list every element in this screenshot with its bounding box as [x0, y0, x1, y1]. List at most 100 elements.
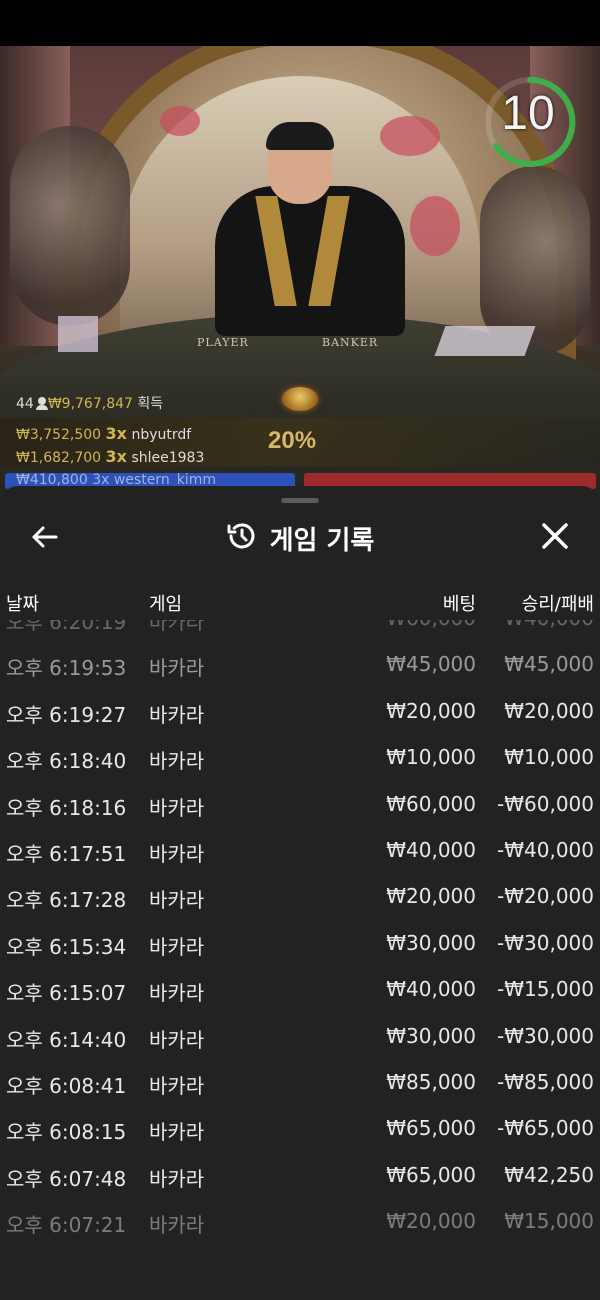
row-bet: ₩65,000 — [386, 1116, 476, 1141]
history-table[interactable]: 오후 6:20:19 바카라 ₩60,000 ₩40,000 오후 6:19:53 바카라… — [0, 620, 600, 1300]
row-game: 바카라 — [149, 981, 205, 1006]
row-game: 바카라 — [149, 656, 205, 681]
row-bet: ₩45,000 — [386, 652, 476, 677]
dealer-hair — [266, 122, 334, 150]
row-game: 바카라 — [149, 842, 205, 866]
row-game: 바카라 — [149, 934, 205, 959]
table-row[interactable]: 오후 6:14:40 바카라 ₩30,000 -₩30,000 — [0, 1024, 600, 1070]
winner-amount: ₩1,682,700 — [16, 450, 102, 466]
countdown-timer: 10 — [485, 66, 578, 178]
row-result: -₩30,000 — [497, 930, 594, 955]
row-result: -₩60,000 — [497, 791, 594, 816]
column-header-bet: 베팅 — [442, 594, 476, 615]
table-row[interactable]: 오후 6:15:34 바카라 ₩30,000 -₩30,000 — [0, 931, 600, 977]
row-bet: ₩20,000 — [386, 884, 476, 909]
timer-value: 10 — [501, 87, 555, 140]
row-game: 바카라 — [149, 888, 205, 913]
total-win-amount: ₩9,767,847 — [47, 396, 133, 412]
row-game: 바카라 — [149, 1120, 205, 1145]
row-game: 바카라 — [149, 620, 205, 634]
row-bet: ₩40,000 — [386, 977, 476, 1002]
players-count: 44 — [16, 396, 34, 412]
row-result: ₩42,250 — [504, 1162, 594, 1187]
card-shoe — [434, 326, 536, 356]
table-row[interactable]: 오후 6:07:48 바카라 ₩65,000 ₩42,250 — [0, 1163, 600, 1209]
card-holder — [58, 316, 98, 352]
row-result: ₩20,000 — [504, 698, 594, 723]
blossom-decoration — [160, 106, 200, 136]
game-history-sheet: 게임 기록 날짜 게임 베팅 승리/패배 오후 6:20:19 바카라 ₩60,00… — [0, 486, 600, 1300]
row-time: 오후 6:19:53 — [6, 656, 127, 681]
row-time: 오후 6:15:07 — [6, 981, 127, 1006]
sheet-title-text: 게임 기록 — [269, 526, 375, 556]
table-row[interactable]: 오후 6:07:21 바카라 ₩20,000 ₩15,000 — [0, 1209, 600, 1255]
winner-row: ₩1,682,700 3x shlee1983 — [16, 447, 204, 466]
row-bet: ₩30,000 — [386, 930, 476, 955]
table-row[interactable]: 오후 6:19:27 바카라 ₩20,000 ₩20,000 — [0, 699, 600, 745]
winner-amount: ₩3,752,500 — [16, 427, 102, 443]
row-result: -₩65,000 — [497, 1116, 594, 1141]
table-row[interactable]: 오후 6:19:53 바카라 ₩45,000 ₩45,000 — [0, 652, 600, 698]
row-game: 바카라 — [149, 702, 205, 727]
dealer — [215, 186, 405, 336]
total-win-summary: 44 ₩9,767,847 획득 — [16, 393, 163, 413]
table-row[interactable]: 오후 6:17:51 바카라 ₩40,000 -₩40,000 — [0, 838, 600, 884]
sheet-title: 게임 기록 — [0, 520, 600, 561]
row-bet: ₩30,000 — [386, 1023, 476, 1048]
row-game: 바카라 — [149, 1074, 205, 1098]
table-row[interactable]: 오후 6:20:19 바카라 ₩60,000 ₩40,000 — [0, 620, 600, 652]
table-row[interactable]: 오후 6:08:15 바카라 ₩65,000 -₩65,000 — [0, 1116, 600, 1162]
winner-username: nbyutrdf — [131, 427, 192, 443]
row-time: 오후 6:17:28 — [6, 888, 127, 913]
winner-multiplier: 3x — [105, 447, 127, 466]
row-time: 오후 6:18:16 — [6, 795, 127, 820]
row-bet: ₩60,000 — [386, 791, 476, 816]
close-icon — [542, 523, 568, 549]
row-time: 오후 6:18:40 — [6, 749, 127, 774]
row-result: ₩15,000 — [504, 1209, 594, 1234]
row-time: 오후 6:19:27 — [6, 702, 127, 727]
column-header-game: 게임 — [149, 594, 183, 615]
sheet-drag-handle[interactable] — [281, 498, 319, 503]
row-result: ₩40,000 — [504, 620, 594, 630]
blossom-decoration — [410, 196, 460, 256]
table-header: 날짜 게임 베팅 승리/패배 — [0, 590, 600, 620]
status-bar — [0, 0, 600, 46]
row-result: ₩45,000 — [504, 652, 594, 677]
person-icon — [35, 397, 48, 410]
row-game: 바카라 — [149, 1027, 205, 1052]
row-result: -₩40,000 — [497, 838, 594, 862]
row-result: ₩10,000 — [504, 745, 594, 770]
percent-badge: 20% — [268, 427, 317, 454]
row-time: 오후 6:17:51 — [6, 842, 127, 866]
row-bet: ₩40,000 — [386, 838, 476, 862]
column-header-result: 승리/패배 — [521, 594, 594, 615]
banker-label: BANKER — [322, 336, 379, 349]
table-row[interactable]: 오후 6:18:16 바카라 ₩60,000 -₩60,000 — [0, 792, 600, 838]
table-row[interactable]: 오후 6:08:41 바카라 ₩85,000 -₩85,000 — [0, 1070, 600, 1116]
row-time: 오후 6:20:19 — [6, 620, 127, 634]
row-bet: ₩20,000 — [386, 698, 476, 723]
row-time: 오후 6:08:15 — [6, 1120, 127, 1145]
row-time: 오후 6:15:34 — [6, 934, 127, 959]
row-time: 오후 6:08:41 — [6, 1074, 127, 1098]
coin-icon — [282, 387, 318, 411]
row-result: -₩30,000 — [497, 1023, 594, 1048]
close-button[interactable] — [536, 520, 574, 554]
table-row[interactable]: 오후 6:15:07 바카라 ₩40,000 -₩15,000 — [0, 977, 600, 1023]
total-win-suffix: 획득 — [137, 396, 164, 412]
row-result: -₩85,000 — [497, 1070, 594, 1094]
row-bet: ₩85,000 — [386, 1070, 476, 1094]
row-time: 오후 6:07:21 — [6, 1213, 127, 1238]
table-row[interactable]: 오후 6:17:28 바카라 ₩20,000 -₩20,000 — [0, 884, 600, 930]
table-row[interactable]: 오후 6:18:40 바카라 ₩10,000 ₩10,000 — [0, 745, 600, 791]
row-result: -₩15,000 — [497, 977, 594, 1002]
row-result: -₩20,000 — [497, 884, 594, 909]
dragon-statue-left — [10, 126, 130, 326]
player-label: PLAYER — [197, 336, 249, 349]
row-time: 오후 6:07:48 — [6, 1166, 127, 1191]
winner-multiplier: 3x — [105, 424, 127, 443]
winner-username: shlee1983 — [131, 450, 205, 466]
winner-row: ₩3,752,500 3x nbyutrdf — [16, 424, 191, 443]
history-icon — [226, 520, 258, 559]
